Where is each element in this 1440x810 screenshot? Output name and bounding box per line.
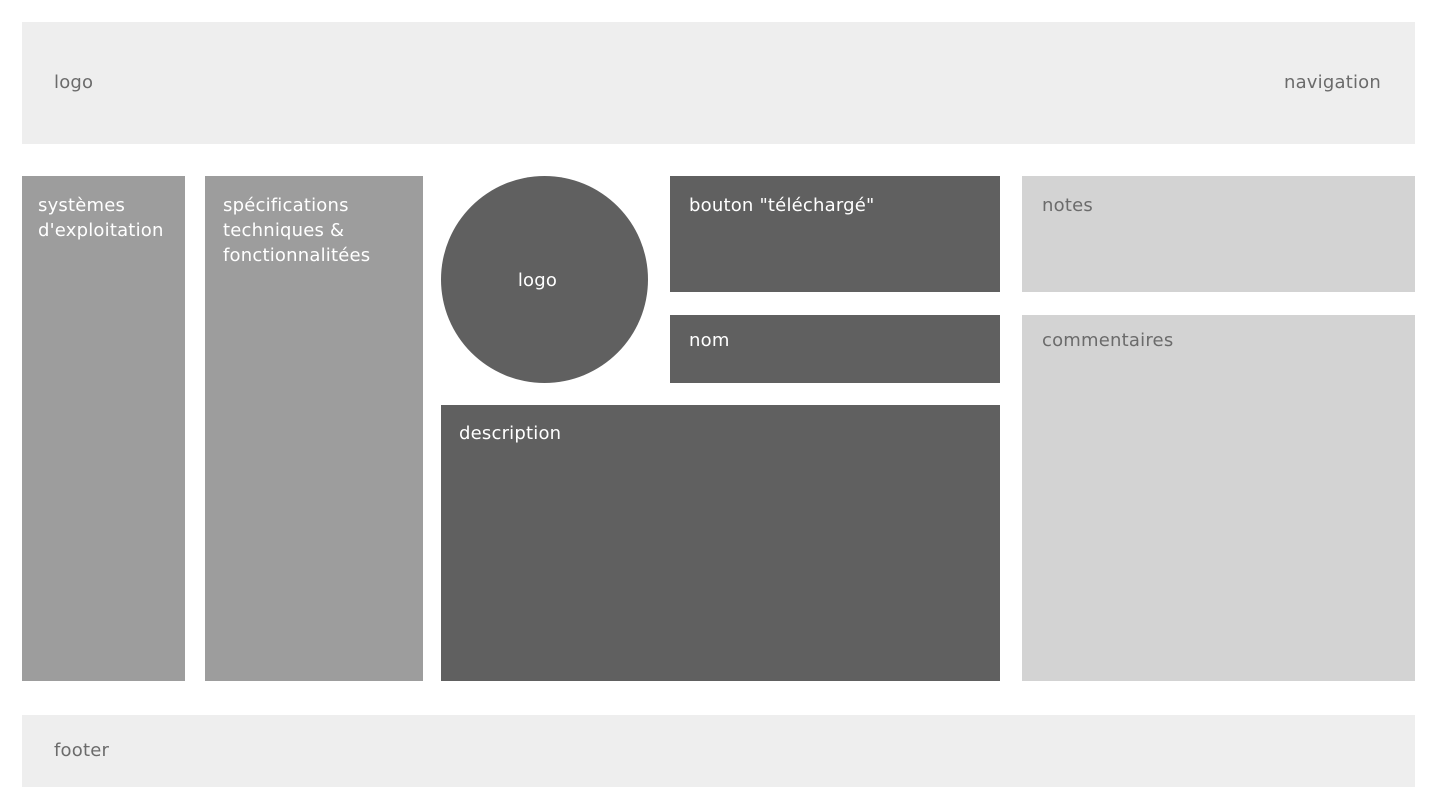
app-logo-placeholder: logo xyxy=(441,176,648,383)
header-bar: logo navigation xyxy=(22,22,1415,144)
specifications-label: spécifications techniques & fonctionnali… xyxy=(223,195,371,266)
download-button-placeholder[interactable]: bouton "téléchargé" xyxy=(670,176,1000,292)
footer-bar: footer xyxy=(22,715,1415,787)
ratings-block: notes xyxy=(1022,176,1415,292)
description-label: description xyxy=(459,423,562,444)
comments-block: commentaires xyxy=(1022,315,1415,681)
app-logo-label: logo xyxy=(517,270,558,291)
app-name-label: nom xyxy=(689,330,730,351)
download-button-label: bouton "téléchargé" xyxy=(689,195,875,216)
navigation-placeholder[interactable]: navigation xyxy=(1284,70,1381,95)
operating-systems-block: systèmes d'exploitation xyxy=(22,176,185,681)
wireframe-page: logo navigation systèmes d'exploitation … xyxy=(0,0,1440,810)
app-name-block: nom xyxy=(670,315,1000,383)
footer-label: footer xyxy=(54,740,110,761)
operating-systems-label: systèmes d'exploitation xyxy=(38,195,164,241)
ratings-label: notes xyxy=(1042,195,1093,216)
header-logo-placeholder[interactable]: logo xyxy=(54,70,93,95)
specifications-block: spécifications techniques & fonctionnali… xyxy=(205,176,423,681)
comments-label: commentaires xyxy=(1042,330,1174,351)
description-block: description xyxy=(441,405,1000,681)
